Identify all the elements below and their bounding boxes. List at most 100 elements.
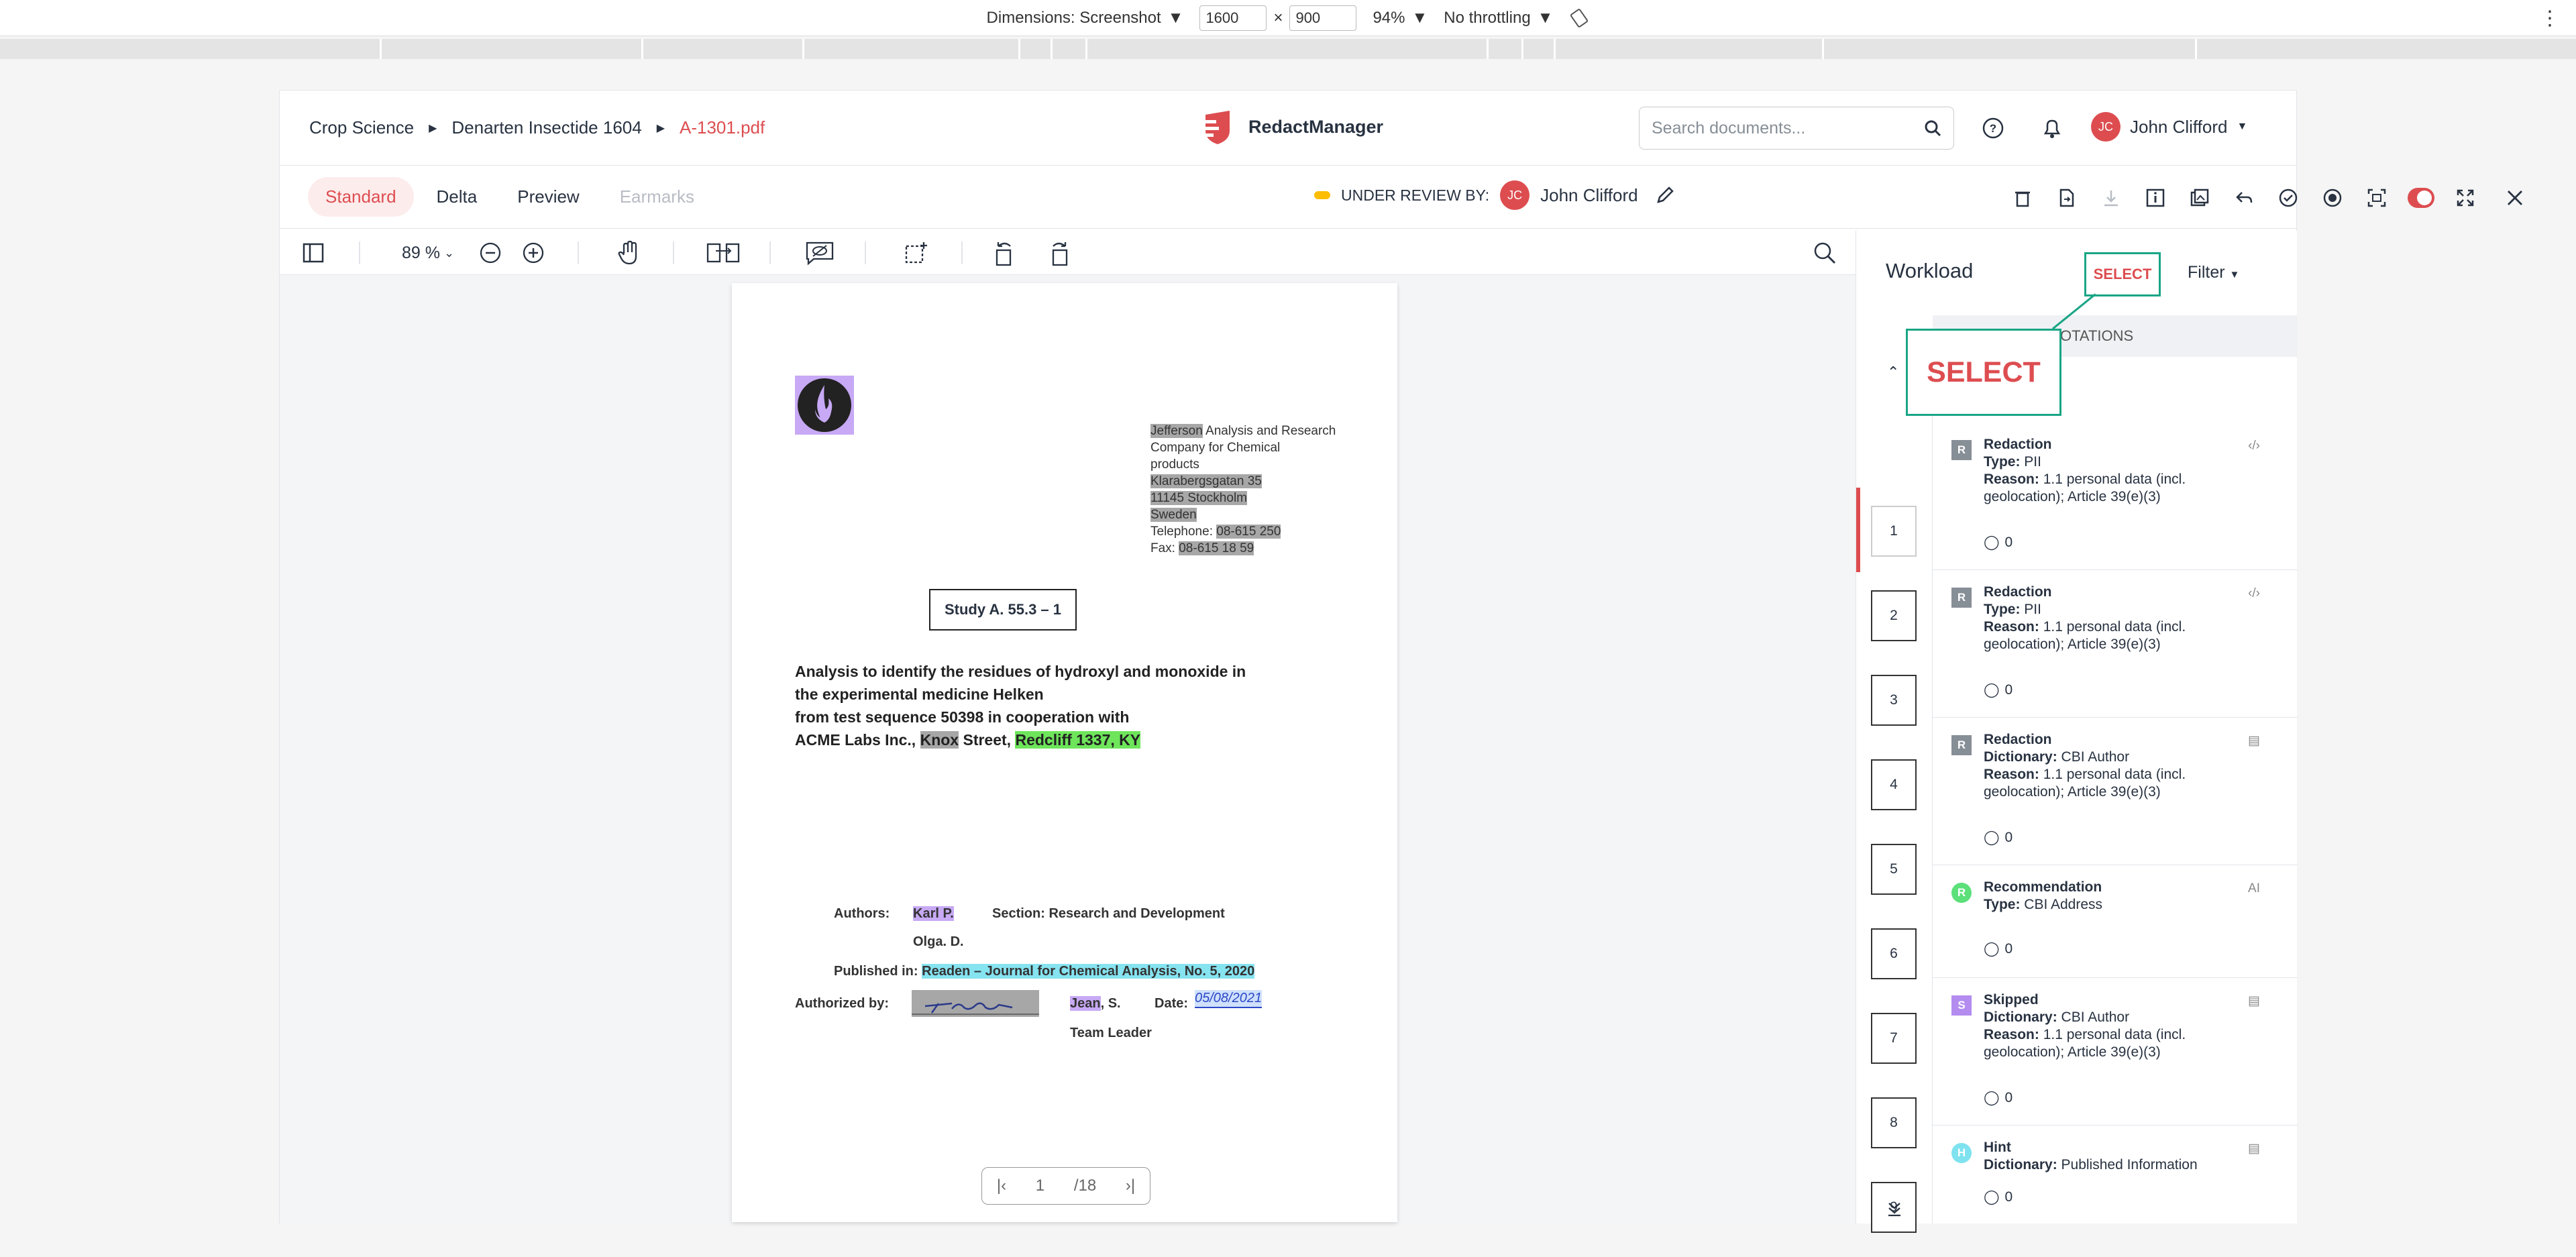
redaction-highlight[interactable]: Klarabergsgatan 35 bbox=[1150, 474, 1262, 488]
media-query-ruler bbox=[0, 39, 2576, 59]
filter-dropdown[interactable]: Filter ▼ bbox=[2188, 263, 2239, 282]
page-thumb[interactable]: 2 bbox=[1871, 590, 1917, 641]
status-badge bbox=[1314, 191, 1330, 199]
workload-title: Workload bbox=[1886, 259, 1974, 282]
scroll-bottom-icon[interactable] bbox=[1886, 1199, 1903, 1220]
annotation-card[interactable]: R Redaction Type: PII Reason: 1.1 person… bbox=[1933, 423, 2298, 570]
ocr-scan-icon[interactable] bbox=[2363, 184, 2390, 211]
annotation-card[interactable]: R Redaction Dictionary: CBI Author Reaso… bbox=[1933, 718, 2298, 865]
breadcrumb-file[interactable]: A-1301.pdf bbox=[680, 117, 765, 138]
signature-redaction[interactable] bbox=[912, 990, 1039, 1017]
select-button[interactable]: SELECT bbox=[2084, 252, 2161, 296]
redaction-highlight[interactable]: 08-615 18 59 bbox=[1179, 541, 1254, 555]
skipped-highlight[interactable]: Karl P. bbox=[913, 906, 954, 921]
page-thumb[interactable]: 5 bbox=[1871, 844, 1917, 895]
recommendation-highlight[interactable]: Redcliff 1337, KY bbox=[1015, 731, 1141, 749]
next-page-icon[interactable]: ›| bbox=[1126, 1177, 1135, 1195]
filter-label: Filter bbox=[2188, 263, 2225, 282]
bell-icon[interactable] bbox=[2039, 115, 2065, 142]
images-icon[interactable] bbox=[2186, 184, 2213, 211]
annotation-name: Hint bbox=[1984, 1140, 2011, 1155]
breadcrumb-dossier[interactable]: Denarten Insectide 1604 bbox=[451, 117, 641, 138]
app-logo[interactable]: RedactManager bbox=[1199, 108, 1383, 146]
field-label: Reason: bbox=[1984, 472, 2039, 487]
zoom-out-icon[interactable] bbox=[477, 237, 504, 268]
rotate-right-icon[interactable] bbox=[1046, 237, 1073, 268]
redaction-highlight[interactable]: 11145 Stockholm bbox=[1150, 491, 1247, 505]
comment-count[interactable]: ◯ 0 bbox=[1984, 1089, 2012, 1107]
info-icon[interactable] bbox=[2142, 184, 2169, 211]
search-icon bbox=[1925, 120, 1941, 137]
workload-panel: Workload SELECT Filter ▼ OTATIONS SELECT… bbox=[1856, 231, 2298, 1233]
zoom-select[interactable]: 89 % ⌄ bbox=[398, 237, 458, 268]
redaction-highlight[interactable]: 08-615 250 bbox=[1216, 525, 1281, 539]
hand-pan-icon[interactable] bbox=[614, 237, 643, 268]
tab-delta[interactable]: Delta bbox=[419, 177, 495, 217]
comment-count[interactable]: ◯ 0 bbox=[1984, 534, 2012, 551]
annotation-card[interactable]: H Hint Dictionary: Published Information… bbox=[1933, 1126, 2298, 1223]
redaction-highlight[interactable]: Sweden bbox=[1150, 508, 1197, 522]
throttling-select[interactable]: No throttling ▼ bbox=[1444, 9, 1553, 28]
zoom-in-icon[interactable] bbox=[520, 237, 547, 268]
team-text: Team Leader bbox=[1070, 1026, 1152, 1040]
rotate-icon[interactable] bbox=[1569, 8, 1589, 28]
collapse-up-icon[interactable]: ⌃ bbox=[1887, 364, 1899, 381]
comment-count[interactable]: ◯ 0 bbox=[1984, 681, 2012, 699]
caret-down-icon: ▼ bbox=[1411, 8, 1428, 27]
throttling-label: No throttling bbox=[1444, 8, 1531, 27]
close-icon[interactable] bbox=[2502, 184, 2528, 211]
first-page-icon[interactable]: |‹ bbox=[997, 1177, 1006, 1195]
tab-standard[interactable]: Standard bbox=[308, 177, 414, 217]
comment-count[interactable]: ◯ 0 bbox=[1984, 829, 2012, 846]
skipped-highlight[interactable]: Jean bbox=[1070, 996, 1101, 1011]
user-menu[interactable]: JC John Clifford ▼ bbox=[2091, 112, 2247, 142]
trash-icon[interactable] bbox=[2009, 184, 2036, 211]
comment-count[interactable]: ◯ 0 bbox=[1984, 940, 2012, 958]
record-icon[interactable] bbox=[2319, 184, 2346, 211]
page-thumb[interactable]: 1 bbox=[1871, 506, 1917, 557]
date-value[interactable]: 05/08/2021 bbox=[1195, 990, 1263, 1008]
compare-icon[interactable] bbox=[705, 237, 741, 268]
study-box: Study A. 55.3 – 1 bbox=[929, 589, 1077, 631]
rotate-left-icon[interactable] bbox=[991, 237, 1018, 268]
select-area-icon[interactable] bbox=[902, 237, 929, 268]
sidebar-toggle-icon[interactable] bbox=[300, 237, 327, 268]
pencil-icon[interactable] bbox=[1654, 184, 1676, 206]
hide-comments-icon[interactable] bbox=[803, 237, 837, 268]
page-thumb[interactable]: 7 bbox=[1871, 1013, 1917, 1064]
page-thumb[interactable]: 3 bbox=[1871, 675, 1917, 726]
field-label: Type: bbox=[1984, 897, 2021, 912]
annotation-card[interactable]: R Redaction Type: PII Reason: 1.1 person… bbox=[1933, 570, 2298, 718]
approve-icon[interactable] bbox=[2275, 184, 2302, 211]
toggle-switch[interactable] bbox=[2408, 184, 2434, 211]
search-input[interactable]: Search documents... bbox=[1639, 107, 1954, 150]
dimensions-select[interactable]: Dimensions: Screenshot ▼ bbox=[987, 9, 1184, 28]
page-thumb[interactable]: 8 bbox=[1871, 1097, 1917, 1148]
annotation-card[interactable]: R Recommendation Type: CBI Address ◯ 0 AI bbox=[1933, 865, 2298, 978]
devtools-bar: Dimensions: Screenshot ▼ 1600 × 900 94% … bbox=[0, 0, 2576, 36]
breadcrumb-dossier-template[interactable]: Crop Science bbox=[309, 117, 414, 138]
field-label: Reason: bbox=[1984, 767, 2039, 782]
search-icon[interactable] bbox=[1811, 237, 1839, 268]
redaction-highlight[interactable]: Knox bbox=[920, 731, 959, 749]
redaction-highlight[interactable]: Jefferson bbox=[1150, 424, 1203, 438]
more-vertical-icon[interactable]: ⋮ bbox=[2540, 7, 2560, 30]
company-logo[interactable] bbox=[795, 376, 854, 435]
comment-count[interactable]: ◯ 0 bbox=[1984, 1189, 2012, 1206]
page-thumb[interactable]: 4 bbox=[1871, 759, 1917, 810]
fullscreen-icon[interactable] bbox=[2452, 184, 2479, 211]
title-line: from test sequence 50398 in cooperation … bbox=[795, 708, 1130, 726]
undo-all-icon[interactable] bbox=[2231, 184, 2257, 211]
page-thumb[interactable]: 6 bbox=[1871, 928, 1917, 979]
annotation-card[interactable]: S Skipped Dictionary: CBI Author Reason:… bbox=[1933, 978, 2298, 1126]
hint-highlight[interactable]: Readen – Journal for Chemical Analysis, … bbox=[922, 964, 1255, 979]
page-number-input[interactable]: 1 bbox=[1036, 1177, 1044, 1195]
zoom-select[interactable]: 94% ▼ bbox=[1373, 9, 1428, 28]
address-text: Analysis and Research bbox=[1202, 424, 1336, 438]
redact-logo-icon bbox=[1201, 111, 1230, 144]
help-icon[interactable]: ? bbox=[1980, 115, 2006, 142]
tab-preview[interactable]: Preview bbox=[500, 177, 596, 217]
file-export-icon[interactable] bbox=[2053, 184, 2080, 211]
height-input[interactable]: 900 bbox=[1289, 5, 1357, 31]
width-input[interactable]: 1600 bbox=[1199, 5, 1267, 31]
